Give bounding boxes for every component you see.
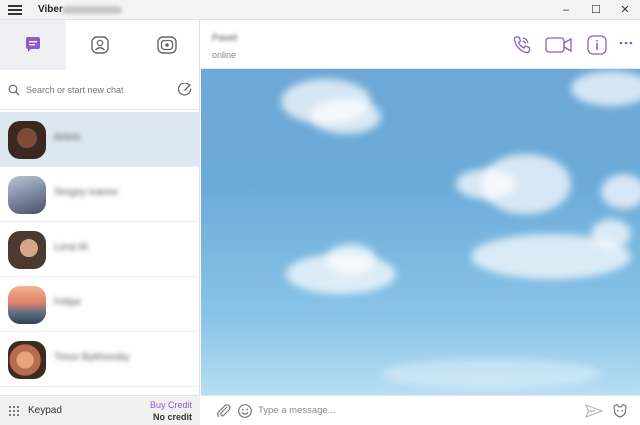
message-input[interactable]: Type a message... <box>258 405 336 416</box>
hamburger-menu-icon[interactable] <box>8 5 22 15</box>
cloud <box>601 174 640 209</box>
sticker-icon[interactable] <box>611 403 629 419</box>
conversation-header: Pavel online <box>201 20 640 69</box>
keypad-button[interactable]: Keypad <box>28 405 62 416</box>
attachment-icon[interactable] <box>216 403 232 419</box>
app-title-obscured <box>62 6 122 14</box>
avatar <box>8 341 46 379</box>
chat-name: Sergey Ivanov <box>54 187 118 198</box>
keypad-icon[interactable] <box>8 405 20 417</box>
contact-status: online <box>212 50 237 60</box>
cloud <box>381 359 601 389</box>
cloud <box>456 169 516 199</box>
close-button[interactable]: ✕ <box>610 0 640 20</box>
chat-list-item[interactable]: Sergey Ivanov <box>0 167 200 222</box>
more-options-icon[interactable] <box>619 40 633 46</box>
voice-call-icon[interactable] <box>511 34 533 56</box>
contact-name[interactable]: Pavel <box>212 33 237 44</box>
chat-bubble-icon <box>26 37 40 52</box>
conversation-panel: Pavel online Type a message... <box>201 20 640 425</box>
chat-list-item[interactable]: Artem <box>0 112 200 167</box>
tab-public-chats[interactable] <box>134 20 200 70</box>
cloud <box>591 219 631 249</box>
compose-icon[interactable] <box>178 82 192 97</box>
contact-icon <box>91 36 109 54</box>
chat-name: Artem <box>54 132 81 143</box>
buy-credit-link[interactable]: Buy Credit <box>150 400 192 410</box>
chat-name: Lena M. <box>54 242 91 253</box>
chat-list-item[interactable]: Lena M. <box>0 222 200 277</box>
emoji-icon[interactable] <box>237 403 253 419</box>
video-call-icon[interactable] <box>544 34 574 56</box>
message-composer: Type a message... <box>201 395 640 425</box>
chat-name: Timur Bykhovsky <box>54 352 130 363</box>
chat-name: Felipe <box>54 297 82 308</box>
title-bar: Viber – ☐ ✕ <box>0 0 640 20</box>
send-icon[interactable] <box>585 403 603 419</box>
chat-list-item[interactable]: Timur Bykhovsky <box>0 332 200 387</box>
left-footer: Keypad Buy Credit No credit <box>0 395 200 425</box>
avatar <box>8 121 46 159</box>
cloud <box>326 244 376 274</box>
avatar <box>8 176 46 214</box>
main-tabs <box>0 20 200 70</box>
chat-background <box>201 69 640 395</box>
cloud <box>311 99 381 134</box>
left-panel: Search or start new chat Artem Sergey Iv… <box>0 20 200 425</box>
search-icon <box>8 84 20 95</box>
search-input[interactable]: Search or start new chat <box>26 85 178 95</box>
avatar <box>8 231 46 269</box>
cloud <box>571 71 640 106</box>
chat-list-item[interactable]: Felipe <box>0 277 200 332</box>
app-title: Viber <box>38 4 63 15</box>
tab-contacts[interactable] <box>67 20 133 70</box>
chat-list: Artem Sergey Ivanov Lena M. Felipe Timur… <box>0 112 200 395</box>
maximize-button[interactable]: ☐ <box>581 0 611 20</box>
public-chats-icon <box>157 36 177 54</box>
avatar <box>8 286 46 324</box>
search-bar: Search or start new chat <box>0 70 200 110</box>
minimize-button[interactable]: – <box>551 0 581 20</box>
info-icon[interactable] <box>586 34 608 56</box>
credit-balance: No credit <box>152 412 192 422</box>
tab-chats[interactable] <box>0 20 66 70</box>
